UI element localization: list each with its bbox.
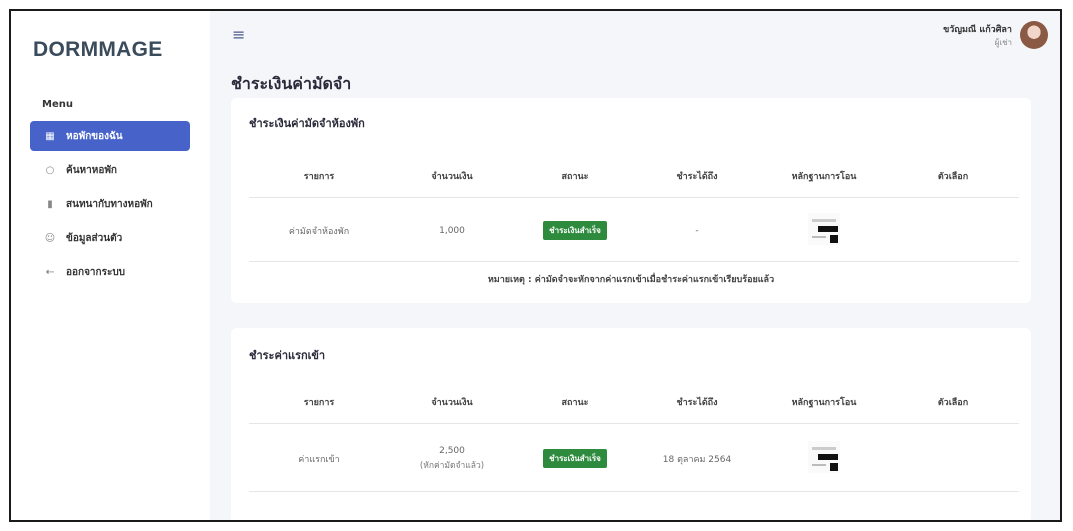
user-role: ผู้เช่า [994, 37, 1012, 47]
logout-icon: ⇠ [45, 266, 55, 278]
transfer-slip-thumbnail[interactable] [808, 441, 840, 473]
item-cell: ค่าแรกเข้า [298, 454, 340, 465]
column-header: จำนวนเงิน [431, 171, 473, 182]
item-cell: ค่ามัดจำห้องพัก [288, 226, 350, 237]
amount-note: (หักค่ามัดจำแล้ว) [419, 460, 485, 471]
column-header: หลักฐานการโอน [791, 397, 857, 408]
status-badge: ชำระเงินสำเร็จ [543, 449, 607, 468]
amount-cell: 1,000 [439, 225, 465, 236]
search-icon: ○ [45, 164, 55, 176]
entry-table-header: รายการ จำนวนเงิน สถานะ ชำระได้ถึง หลักฐา… [249, 380, 1019, 424]
menu-title: Menu [42, 99, 73, 110]
column-header: ชำระได้ถึง [676, 397, 718, 408]
column-header: จำนวนเงิน [431, 397, 473, 408]
amount-value: 2,500 [439, 445, 465, 456]
due-cell: 18 ตุลาคม 2564 [662, 454, 732, 465]
column-header: ตัวเลือก [937, 397, 969, 408]
brand-logo[interactable]: DORMMAGE [33, 38, 163, 62]
sidebar-nav: ▦ หอพักของฉัน ○ ค้นหาหอพัก ▮ สนทนากับทาง… [30, 121, 190, 291]
column-header: รายการ [303, 397, 335, 408]
proof-cell [759, 441, 889, 476]
sidebar-item-label: ข้อมูลส่วนตัว [66, 232, 123, 244]
sidebar-item-label: หอพักของฉัน [66, 130, 123, 142]
proof-cell [759, 213, 889, 248]
user-menu[interactable]: ขวัญมณี แก้วศิลา ผู้เช่า [943, 21, 1048, 49]
grid-icon: ▦ [45, 130, 55, 142]
deposit-card: ชำระเงินค่ามัดจำห้องพัก รายการ จำนวนเงิน… [231, 98, 1031, 303]
sidebar-item-label: สนทนากับทางหอพัก [66, 198, 153, 210]
due-cell: - [695, 225, 699, 236]
entry-fee-card: ชำระค่าแรกเข้า รายการ จำนวนเงิน สถานะ ชำ… [231, 328, 1031, 520]
status-badge: ชำระเงินสำเร็จ [543, 221, 607, 240]
user-name: ขวัญมณี แก้วศิลา [943, 24, 1012, 35]
app-frame: DORMMAGE Menu ▦ หอพักของฉัน ○ ค้นหาหอพัก… [9, 9, 1062, 522]
sidebar-item-logout[interactable]: ⇠ ออกจากระบบ [30, 257, 190, 287]
table-row: ค่าแรกเข้า 2,500 (หักค่ามัดจำแล้ว) ชำระเ… [249, 426, 1019, 492]
sidebar: DORMMAGE Menu ▦ หอพักของฉัน ○ ค้นหาหอพัก… [11, 11, 210, 520]
entry-fee-card-title: ชำระค่าแรกเข้า [249, 349, 326, 362]
column-header: รายการ [303, 171, 335, 182]
main-content: ≡ ขวัญมณี แก้วศิลา ผู้เช่า ชำระเงินค่ามั… [210, 11, 1060, 520]
sidebar-item-my-dorm[interactable]: ▦ หอพักของฉัน [30, 121, 190, 151]
sidebar-item-profile[interactable]: ☺ ข้อมูลส่วนตัว [30, 223, 190, 253]
status-cell: ชำระเงินสำเร็จ [515, 449, 635, 468]
table-row: ค่ามัดจำห้องพัก 1,000 ชำระเงินสำเร็จ - [249, 200, 1019, 262]
transfer-slip-thumbnail[interactable] [808, 213, 840, 245]
hamburger-menu-icon[interactable]: ≡ [232, 25, 245, 44]
sidebar-item-chat[interactable]: ▮ สนทนากับทางหอพัก [30, 189, 190, 219]
column-header: หลักฐานการโอน [791, 171, 857, 182]
deposit-table-header: รายการ จำนวนเงิน สถานะ ชำระได้ถึง หลักฐา… [249, 154, 1019, 198]
user-info: ขวัญมณี แก้วศิลา ผู้เช่า [943, 22, 1012, 49]
column-header: ตัวเลือก [937, 171, 969, 182]
column-header: สถานะ [561, 171, 589, 182]
sidebar-item-search[interactable]: ○ ค้นหาหอพัก [30, 155, 190, 185]
status-cell: ชำระเงินสำเร็จ [515, 221, 635, 240]
amount-cell: 2,500 (หักค่ามัดจำแล้ว) [389, 446, 515, 472]
column-header: ชำระได้ถึง [676, 171, 718, 182]
sidebar-item-label: ออกจากระบบ [66, 266, 126, 278]
column-header: สถานะ [561, 397, 589, 408]
deposit-card-title: ชำระเงินค่ามัดจำห้องพัก [249, 117, 365, 130]
sidebar-item-label: ค้นหาหอพัก [66, 164, 117, 176]
page-title: ชำระเงินค่ามัดจำ [231, 74, 352, 93]
deposit-note: หมายเหตุ : ค่ามัดจำจะหักจากค่าแรกเข้าเมื… [487, 275, 775, 285]
avatar[interactable] [1020, 21, 1048, 49]
bookmark-icon: ▮ [47, 198, 53, 210]
user-icon: ☺ [44, 232, 56, 244]
